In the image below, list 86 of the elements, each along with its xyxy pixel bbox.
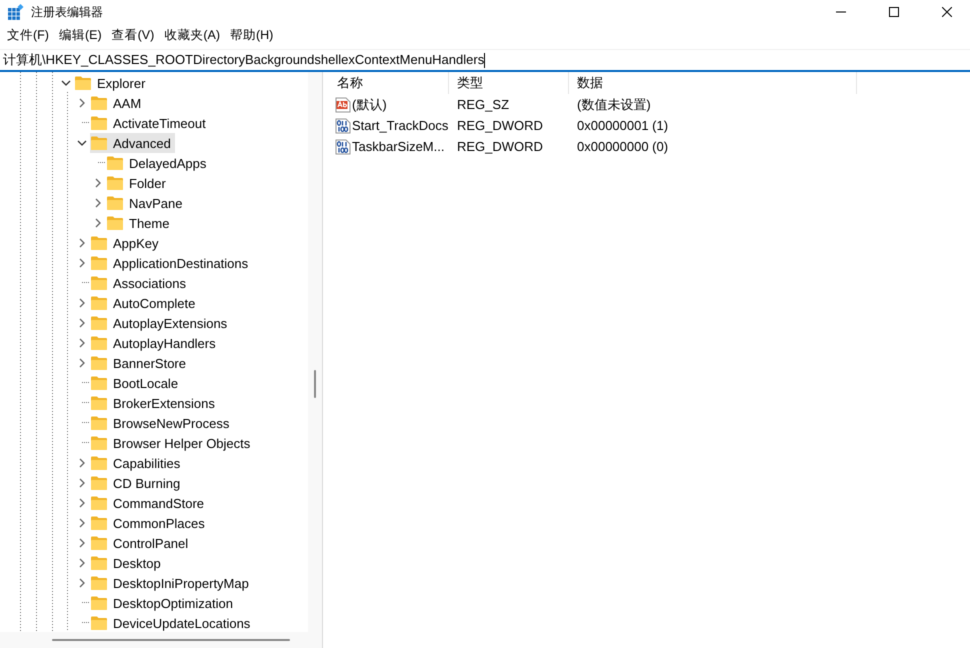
tree-item[interactable]: CommonPlaces — [90, 513, 209, 533]
folder-icon — [91, 416, 107, 430]
tree-item[interactable]: BrokerExtensions — [90, 393, 219, 413]
maximize-icon — [889, 7, 899, 17]
tree-item[interactable]: AAM — [90, 93, 146, 113]
folder-icon — [91, 436, 107, 450]
folder-icon — [91, 476, 107, 490]
menu-item[interactable]: 收藏夹(A) — [159, 26, 225, 44]
folder-icon — [91, 596, 107, 610]
folder-icon — [91, 516, 107, 530]
vertical-scrollbar[interactable] — [308, 72, 322, 632]
value-data: 0x00000000 (0) — [576, 139, 670, 154]
value-name: (默认) — [352, 96, 387, 114]
folder-icon — [91, 376, 107, 390]
column-header[interactable]: 名称 — [329, 72, 449, 94]
value-name: TaskbarSizeM... — [352, 139, 444, 154]
close-icon — [942, 7, 952, 17]
tree-item[interactable]: AutoplayHandlers — [90, 333, 220, 353]
tree-item[interactable]: Associations — [90, 273, 190, 293]
tree-item[interactable]: Capabilities — [90, 453, 184, 473]
tree-item[interactable]: ActivateTimeout — [90, 113, 210, 133]
tree-item[interactable]: CommandStore — [90, 493, 208, 513]
horizontal-scrollbar[interactable] — [0, 632, 322, 648]
tree-item[interactable]: DesktopOptimization — [90, 593, 237, 613]
chevron-down-icon — [77, 138, 87, 148]
menu-item[interactable]: 帮助(H) — [224, 26, 278, 44]
chevron-right-icon — [77, 98, 87, 108]
folder-icon — [107, 176, 123, 190]
value-type: REG_DWORD — [456, 139, 544, 154]
folder-icon — [91, 236, 107, 250]
tree-item[interactable]: AutoplayExtensions — [90, 313, 232, 333]
folder-icon — [91, 456, 107, 470]
folder-icon — [91, 496, 107, 510]
column-header[interactable]: 数据 — [569, 72, 857, 94]
folder-icon — [91, 296, 107, 310]
folder-icon — [91, 136, 107, 150]
folder-icon — [91, 396, 107, 410]
tree-item[interactable]: AppKey — [90, 233, 163, 253]
binary-value-icon — [335, 138, 351, 154]
tree-item[interactable]: Browser Helper Objects — [90, 433, 254, 453]
tree-item[interactable]: CD Burning — [90, 473, 184, 493]
folder-icon — [107, 196, 123, 210]
tree-item[interactable]: Explorer — [74, 73, 150, 93]
chevron-down-icon — [61, 78, 71, 88]
tree-item[interactable]: Theme — [106, 213, 174, 233]
tree-item[interactable]: NavPane — [106, 193, 186, 213]
folder-icon — [107, 216, 123, 230]
folder-icon — [91, 616, 107, 630]
window-title: 注册表编辑器 — [31, 4, 104, 20]
menu-item[interactable]: 文件(F) — [2, 26, 54, 44]
value-name: Start_TrackDocs — [352, 118, 448, 133]
folder-icon — [107, 156, 123, 170]
folder-icon — [91, 536, 107, 550]
folder-icon — [91, 336, 107, 350]
column-header[interactable]: 类型 — [449, 72, 569, 94]
tree-item[interactable]: Advanced — [90, 133, 175, 153]
tree-item[interactable]: DesktopIniPropertyMap — [90, 573, 253, 593]
folder-icon — [91, 356, 107, 370]
folder-icon — [91, 116, 107, 130]
folder-icon — [91, 276, 107, 290]
tree-item[interactable]: BootLocale — [90, 373, 182, 393]
binary-value-icon — [335, 118, 351, 134]
tree-item[interactable]: AutoComplete — [90, 293, 200, 313]
string-value-icon — [335, 96, 351, 112]
folder-icon — [91, 556, 107, 570]
folder-icon — [75, 76, 91, 90]
tree-item[interactable]: ControlPanel — [90, 533, 192, 553]
tree-item[interactable]: Folder — [106, 173, 170, 193]
tree-item[interactable]: ApplicationDestinations — [90, 253, 252, 273]
tree-item[interactable]: Desktop — [90, 553, 165, 573]
tree-item[interactable]: DelayedApps — [106, 153, 210, 173]
registry-cubes-icon — [8, 4, 24, 20]
value-data: 0x00000001 (1) — [576, 118, 670, 133]
value-type: REG_DWORD — [456, 118, 544, 133]
folder-icon — [91, 576, 107, 590]
value-data: (数值未设置) — [576, 96, 652, 114]
tree-item[interactable]: BannerStore — [90, 353, 190, 373]
address-field[interactable]: 计算机\HKEY_CLASSES_ROOTDirectoryBackgroundshellexContextMenuHandlers — [0, 50, 970, 70]
menu-item[interactable]: 查看(V) — [106, 26, 160, 44]
menu-item[interactable]: 编辑(E) — [54, 26, 107, 44]
folder-icon — [91, 96, 107, 110]
folder-icon — [91, 316, 107, 330]
folder-icon — [91, 256, 107, 270]
value-type: REG_SZ — [456, 97, 510, 112]
tree-item[interactable]: DeviceUpdateLocations — [90, 613, 254, 633]
tree-item[interactable]: BrowseNewProcess — [90, 413, 234, 433]
